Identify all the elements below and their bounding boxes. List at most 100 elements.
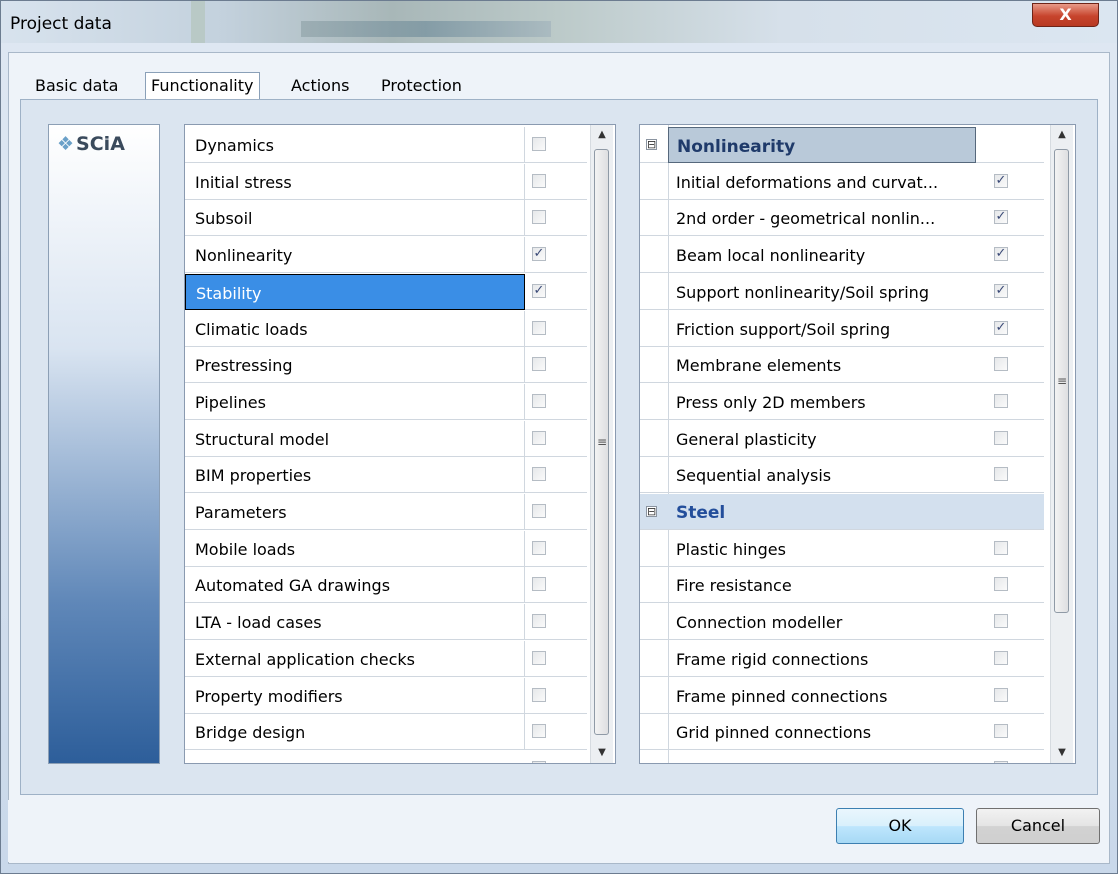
list-item[interactable]: Nonlinearity ✓ bbox=[185, 237, 587, 274]
feature-checkbox[interactable] bbox=[532, 577, 546, 592]
list-item[interactable]: BIM properties bbox=[185, 457, 587, 494]
list-item[interactable]: Bridge design bbox=[185, 714, 587, 751]
feature-checkbox[interactable] bbox=[532, 357, 546, 372]
tab-basic-data[interactable]: Basic data bbox=[30, 72, 123, 99]
collapse-icon[interactable]: ⊟ bbox=[646, 506, 657, 517]
feature-checkbox[interactable]: ✓ bbox=[532, 283, 546, 298]
scroll-up-arrow-icon[interactable]: ▲ bbox=[591, 125, 613, 145]
functionality-list-scrollbar[interactable]: ▲ ≡ ▼ bbox=[590, 125, 613, 763]
feature-checkbox[interactable] bbox=[532, 504, 546, 518]
ok-button[interactable]: OK bbox=[836, 808, 964, 844]
feature-checkbox[interactable] bbox=[532, 467, 546, 482]
list-item[interactable]: Dynamics bbox=[185, 127, 587, 163]
option-checkbox[interactable] bbox=[994, 393, 1008, 408]
list-item[interactable]: Automated GA drawings bbox=[185, 567, 587, 604]
option-checkbox[interactable] bbox=[994, 687, 1008, 702]
feature-checkbox[interactable] bbox=[532, 137, 546, 151]
scroll-down-arrow-icon[interactable]: ▼ bbox=[591, 743, 613, 763]
tab-actions[interactable]: Actions bbox=[286, 72, 354, 99]
feature-checkbox[interactable] bbox=[532, 210, 546, 225]
tree-item[interactable]: Frame rigid connections bbox=[640, 641, 1044, 677]
option-checkbox[interactable] bbox=[994, 760, 1008, 763]
functionality-options-tree[interactable]: ⊟ Nonlinearity Initial deformations and cu… bbox=[639, 124, 1076, 764]
list-item[interactable] bbox=[185, 751, 587, 763]
tree-item-label: Connection modeller bbox=[676, 613, 843, 633]
tree-item[interactable]: Plastic hinges bbox=[640, 531, 1044, 567]
list-item[interactable]: Prestressing bbox=[185, 347, 587, 384]
option-checkbox[interactable]: ✓ bbox=[994, 173, 1008, 188]
list-item[interactable]: Parameters bbox=[185, 494, 587, 530]
scrollbar-thumb[interactable]: ≡ bbox=[1054, 149, 1069, 613]
window-title: Project data bbox=[10, 14, 112, 34]
cancel-button[interactable]: Cancel bbox=[976, 808, 1100, 844]
scrollbar-thumb[interactable]: ≡ bbox=[594, 149, 609, 735]
feature-checkbox[interactable]: ✓ bbox=[532, 247, 546, 262]
option-checkbox[interactable]: ✓ bbox=[994, 210, 1008, 225]
tree-item[interactable]: Sequential analysis bbox=[640, 457, 1044, 494]
tree-item-label: Grid pinned connections bbox=[676, 723, 872, 743]
option-checkbox[interactable] bbox=[994, 467, 1008, 482]
list-item[interactable]: Structural model bbox=[185, 420, 587, 457]
feature-checkbox[interactable] bbox=[532, 173, 546, 188]
tab-protection[interactable]: Protection bbox=[376, 72, 467, 99]
tree-item-label: Frame pinned connections bbox=[676, 686, 888, 706]
list-item-label: LTA - load cases bbox=[185, 604, 525, 641]
feature-checkbox[interactable] bbox=[532, 614, 546, 629]
list-item-label: Nonlinearity bbox=[185, 237, 525, 274]
list-item[interactable]: Property modifiers bbox=[185, 677, 587, 714]
list-item[interactable]: Mobile loads bbox=[185, 530, 587, 567]
feature-checkbox[interactable] bbox=[532, 724, 546, 739]
tree-item[interactable]: Friction support/Soil spring ✓ bbox=[640, 311, 1044, 347]
tree-item[interactable]: Beam local nonlinearity ✓ bbox=[640, 237, 1044, 274]
title-bar[interactable]: Project data bbox=[1, 1, 1117, 43]
feature-checkbox[interactable] bbox=[532, 430, 546, 445]
tree-item[interactable]: Press only 2D members bbox=[640, 384, 1044, 420]
list-item[interactable]: External application checks bbox=[185, 640, 587, 677]
feature-checkbox[interactable] bbox=[532, 540, 546, 555]
scroll-down-arrow-icon[interactable]: ▼ bbox=[1051, 743, 1073, 763]
tree-item[interactable]: Initial deformations and curvat... ✓ bbox=[640, 164, 1044, 200]
option-checkbox[interactable]: ✓ bbox=[994, 247, 1008, 262]
option-checkbox[interactable] bbox=[994, 724, 1008, 739]
tree-item[interactable]: General plasticity bbox=[640, 421, 1044, 457]
feature-checkbox[interactable] bbox=[532, 687, 546, 702]
feature-checkbox[interactable] bbox=[532, 393, 546, 408]
list-item[interactable]: LTA - load cases bbox=[185, 604, 587, 641]
group-header-steel[interactable]: ⊟ Steel bbox=[640, 494, 1044, 530]
tab-functionality[interactable]: Functionality bbox=[145, 72, 260, 100]
tree-item[interactable]: Support nonlinearity/Soil spring ✓ bbox=[640, 274, 1044, 310]
close-button[interactable]: X bbox=[1032, 3, 1099, 27]
group-header-nonlinearity[interactable]: ⊟ Nonlinearity bbox=[640, 127, 1044, 163]
list-item[interactable]: Initial stress bbox=[185, 163, 587, 200]
tree-item[interactable]: Grid pinned connections bbox=[640, 714, 1044, 751]
list-item[interactable]: Stability ✓ bbox=[185, 273, 587, 310]
option-checkbox[interactable] bbox=[994, 430, 1008, 445]
functionality-list[interactable]: Dynamics Initial stress Subsoil Nonlinearit… bbox=[184, 124, 616, 764]
list-item[interactable]: Climatic loads bbox=[185, 310, 587, 347]
list-item[interactable]: Subsoil bbox=[185, 200, 587, 237]
feature-checkbox[interactable] bbox=[532, 650, 546, 665]
options-tree-scrollbar[interactable]: ▲ ≡ ▼ bbox=[1050, 125, 1073, 763]
feature-checkbox[interactable] bbox=[532, 320, 546, 335]
option-checkbox[interactable] bbox=[994, 577, 1008, 592]
group-label: Nonlinearity bbox=[668, 127, 976, 163]
tree-item[interactable]: Fire resistance bbox=[640, 567, 1044, 604]
tree-item[interactable]: Frame pinned connections bbox=[640, 678, 1044, 714]
collapse-icon[interactable]: ⊟ bbox=[646, 139, 657, 150]
option-checkbox[interactable]: ✓ bbox=[994, 320, 1008, 335]
feature-checkbox[interactable] bbox=[532, 760, 546, 763]
option-checkbox[interactable] bbox=[994, 540, 1008, 555]
option-checkbox[interactable] bbox=[994, 614, 1008, 629]
option-checkbox[interactable] bbox=[994, 357, 1008, 372]
option-checkbox[interactable]: ✓ bbox=[994, 283, 1008, 298]
list-item[interactable]: Pipelines bbox=[185, 383, 587, 420]
tree-item[interactable]: Connection modeller bbox=[640, 604, 1044, 641]
tree-item[interactable]: Membrane elements bbox=[640, 347, 1044, 384]
list-item-label: Dynamics bbox=[185, 127, 525, 163]
option-checkbox[interactable] bbox=[994, 650, 1008, 665]
scroll-up-arrow-icon[interactable]: ▲ bbox=[1051, 125, 1073, 145]
tree-item[interactable] bbox=[640, 751, 1044, 763]
tree-item-label: 2nd order - geometrical nonlin... bbox=[676, 209, 936, 229]
tree-item[interactable]: 2nd order - geometrical nonlin... ✓ bbox=[640, 200, 1044, 237]
tree-item-label: General plasticity bbox=[676, 429, 817, 449]
